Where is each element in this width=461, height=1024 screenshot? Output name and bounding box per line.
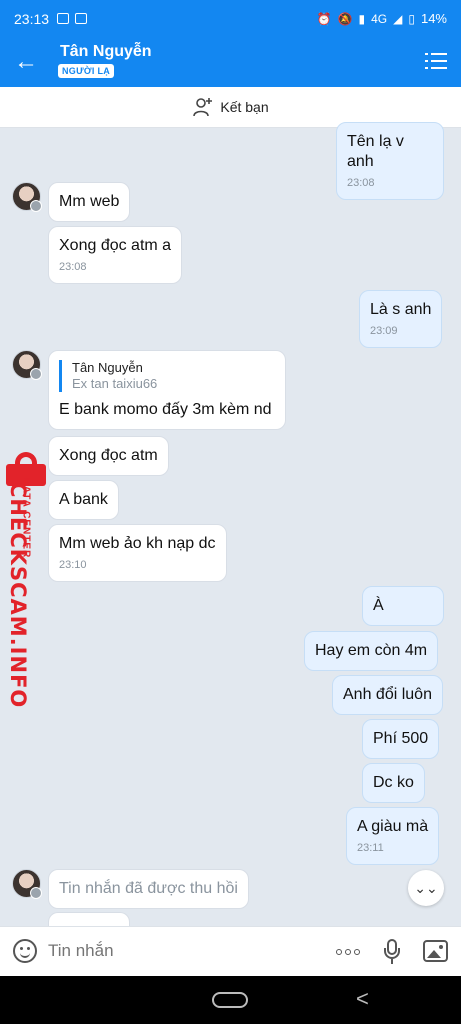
message-input-bar [0,926,461,976]
stranger-badge: NGƯỜI LẠ [58,64,115,78]
messenger-notification-icon [57,13,70,24]
avatar[interactable] [12,182,42,212]
status-bar: 23:13 ⏰ 🔕 ▮ 4G ◢ ▯ 14% [0,0,461,37]
quoted-message[interactable]: Tân Nguyễn Ex tan taixiu66 [59,360,275,392]
message-text: Tên lạ v anh [347,133,404,170]
message-bubble[interactable]: A bank [48,480,119,520]
add-friend-label: Kết bạn [220,99,269,115]
alarm-icon: ⏰ [316,11,332,26]
message-bubble[interactable]: À [362,586,444,626]
message-text: A bank [59,491,108,508]
message-text: Xong đọc atm [59,447,158,464]
avatar[interactable] [12,869,42,899]
message-text: A giàu mà [357,818,429,835]
quoted-sender: Tân Nguyễn [72,360,143,375]
recalled-message-bubble[interactable]: Tin nhắn đã được thu hồi [48,869,249,909]
message-text: Hay em còn 4m [315,642,428,659]
image-notification-icon [75,13,88,24]
scroll-down-button[interactable]: ⌄⌄ [408,870,444,906]
message-bubble[interactable]: Mm web [48,182,131,222]
message-bubble[interactable]: Là s anh 23:09 [359,290,443,348]
back-arrow-icon[interactable]: ← [14,48,42,76]
message-text: Mm web [59,193,120,210]
message-input[interactable] [48,941,308,961]
system-nav-bar: < [0,976,461,1024]
message-time: 23:09 [370,325,398,337]
status-time: 23:13 [14,10,50,27]
message-time: 23:08 [347,177,375,189]
partial-message-bubble[interactable] [48,912,130,926]
message-bubble[interactable]: Dc ko [362,763,425,803]
message-bubble[interactable]: Hay em còn 4m [304,631,439,671]
battery-icon: ▯ [408,11,415,26]
message-text: Anh đổi luôn [343,686,432,703]
message-bubble[interactable]: A giàu mà 23:11 [346,807,440,865]
message-text: Mm web ảo kh nạp dc [59,535,216,552]
signal-strength-icon: ◢ [393,11,403,26]
contact-name[interactable]: Tân Nguyễn [60,43,152,61]
reply-message-bubble[interactable]: Tân Nguyễn Ex tan taixiu66 E bank momo đ… [48,350,286,430]
message-bubble[interactable]: Tên lạ v anh 23:08 [336,122,444,200]
message-bubble[interactable]: Anh đổi luôn [332,675,443,715]
message-bubble[interactable]: Xong đọc atm a 23:08 [48,226,183,284]
message-text: E bank momo đấy 3m kèm nd [59,401,272,418]
double-chevron-down-icon: ⌄⌄ [414,880,438,896]
message-time: 23:10 [59,559,87,571]
message-bubble[interactable]: Xong đọc atm [48,436,169,476]
chat-header: ← Tân Nguyễn NGƯỜI LẠ [0,37,461,87]
message-time: 23:11 [357,842,384,854]
watermark: DATA CENTER CHECKSCAM.INFO [2,452,52,708]
message-time: 23:08 [59,261,87,273]
message-text: Là s anh [370,301,432,318]
message-text: Tin nhắn đã được thu hồi [59,880,238,897]
home-button[interactable] [212,992,248,1008]
message-bubble[interactable]: Mm web ảo kh nạp dc 23:10 [48,524,227,582]
message-text: Dc ko [373,774,414,791]
signal-icon: ▮ [358,11,366,26]
avatar[interactable] [12,350,42,380]
network-type: 4G [371,11,388,26]
message-text: Phí 500 [373,730,429,747]
emoji-icon[interactable] [13,939,37,963]
message-text: À [373,597,384,614]
nav-back-icon[interactable]: < [356,986,369,1012]
microphone-icon[interactable] [384,939,400,965]
quoted-text: Ex tan taixiu66 [72,376,158,391]
add-person-icon [193,98,213,117]
gallery-icon[interactable] [423,940,448,962]
list-menu-icon[interactable] [425,50,447,72]
watermark-title: CHECKSCAM.INFO [6,482,30,709]
mute-icon: 🔕 [337,11,353,26]
more-options-icon[interactable] [336,949,363,955]
message-text: Xong đọc atm a [59,237,172,254]
message-bubble[interactable]: Phí 500 [362,719,440,759]
battery-percent: 14% [420,11,447,26]
